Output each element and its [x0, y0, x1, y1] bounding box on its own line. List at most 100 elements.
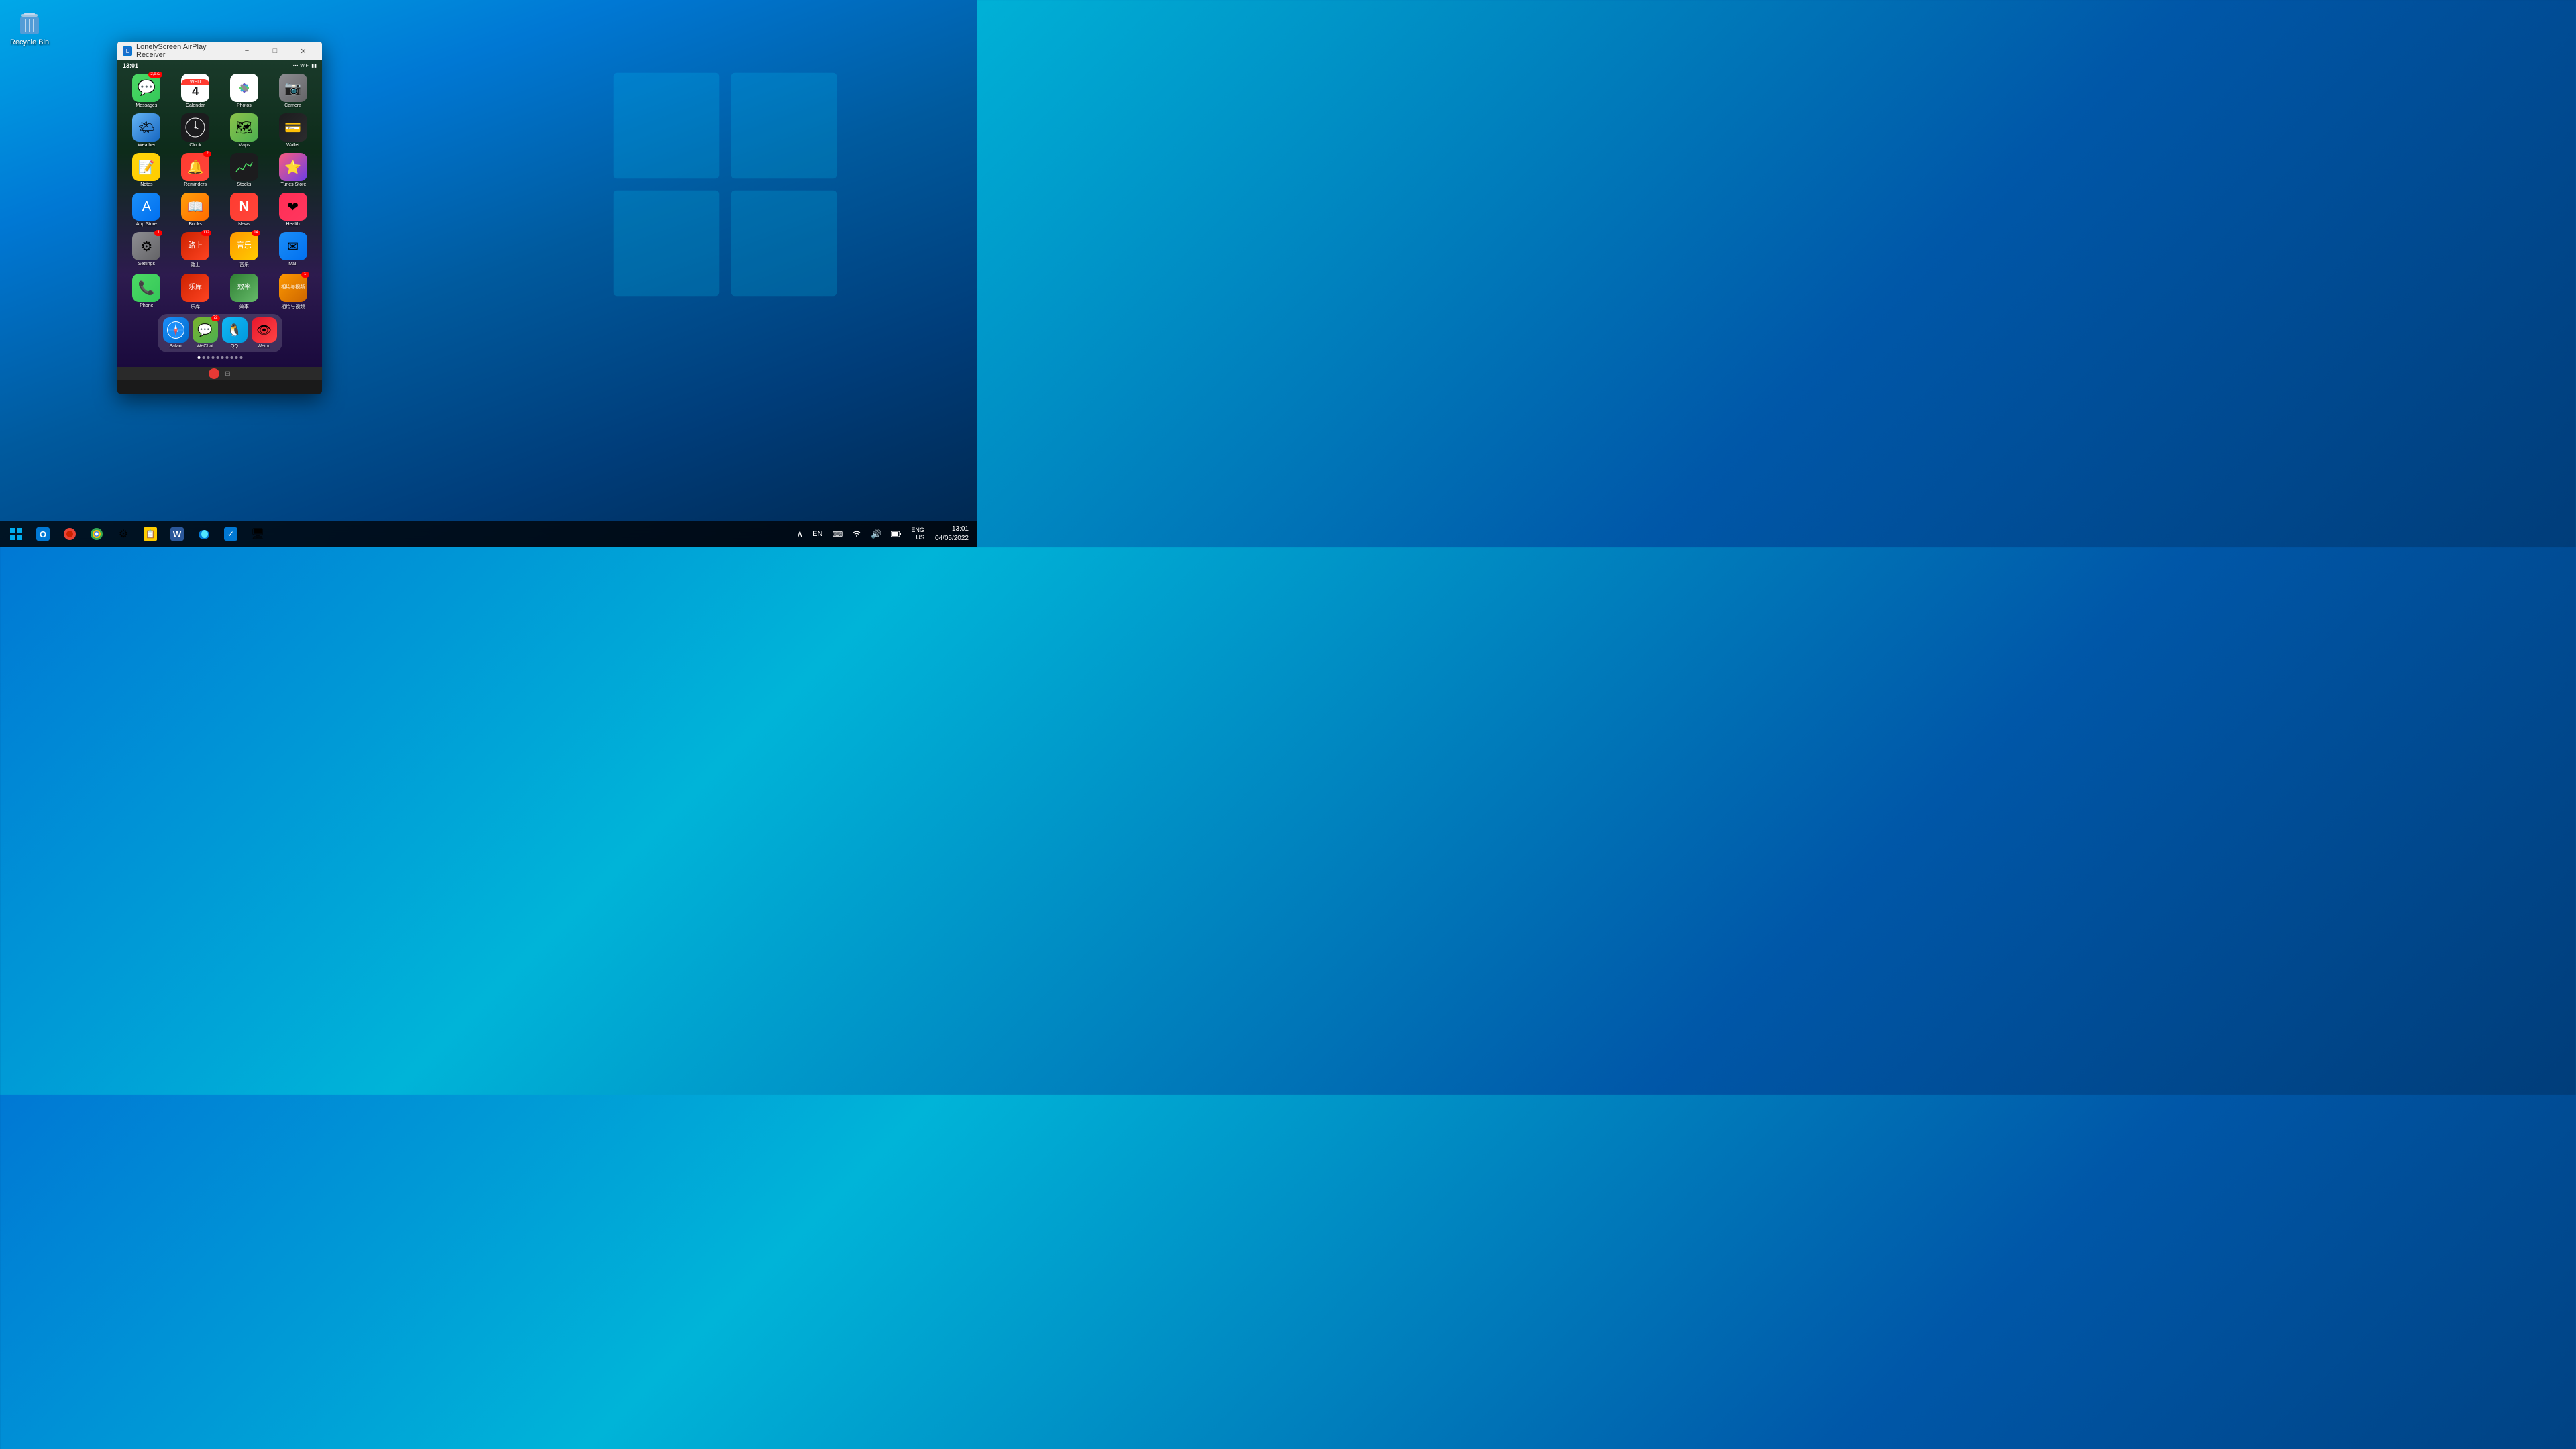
taskbar-remote-desktop[interactable]: 🖥 — [244, 521, 271, 547]
books-icon: 📖 — [181, 193, 209, 221]
app-maps[interactable]: 🗺 Maps — [222, 113, 267, 148]
safari-label: Safari — [169, 344, 181, 349]
dot-8 — [230, 356, 233, 359]
system-tray: ∧ EN ⌨ 🔊 — [793, 521, 974, 547]
app-mail[interactable]: ✉ Mail — [270, 232, 315, 268]
stocks-label: Stocks — [237, 182, 251, 187]
battery-tray[interactable] — [887, 521, 906, 547]
chinese1-badge: 112 — [201, 230, 212, 236]
app-chinese3[interactable]: 乐库 乐库 — [173, 274, 218, 310]
wifi-tray-icon — [852, 529, 861, 540]
health-icon: ❤ — [279, 193, 307, 221]
safari-icon — [163, 317, 189, 343]
app-icon: L — [123, 46, 132, 56]
app-chinese4[interactable]: 效率 效率 — [222, 274, 267, 310]
reminders-badge: 2 — [203, 151, 211, 157]
dock-weibo[interactable]: 👁 Weibo — [252, 317, 277, 349]
dock-safari[interactable]: Safari — [163, 317, 189, 349]
mail-label: Mail — [288, 262, 297, 266]
chevron-up-icon: ∧ — [797, 529, 804, 539]
minimize-button[interactable]: − — [233, 42, 260, 60]
app-grid-row2: 🌤 Weather — [117, 111, 322, 150]
window-title: LonelyScreen AirPlay Receiver — [136, 43, 233, 59]
recycle-bin[interactable]: Recycle Bin — [7, 7, 52, 50]
app-reminders[interactable]: 🔔 2 Reminders — [173, 153, 218, 187]
status-time: 13:01 — [123, 62, 138, 69]
close-button[interactable]: ✕ — [290, 42, 317, 60]
window-controls: − □ ✕ — [233, 42, 317, 60]
phone-label: Phone — [140, 303, 153, 308]
calendar-label: Calendar — [186, 103, 205, 108]
dock-qq[interactable]: 🐧 QQ — [222, 317, 248, 349]
app-phone[interactable]: 📞 Phone — [124, 274, 169, 310]
record-button[interactable] — [209, 368, 219, 379]
app-settings[interactable]: ⚙ 1 Settings — [124, 232, 169, 268]
app-clock[interactable]: Clock — [173, 113, 218, 148]
chinese3-icon: 乐库 — [181, 274, 209, 302]
taskbar-edge[interactable] — [191, 521, 217, 547]
recycle-bin-label: Recycle Bin — [10, 38, 49, 46]
app-appstore[interactable]: A App Store — [124, 193, 169, 227]
chinese1-label: 路上 — [191, 262, 200, 268]
wifi-tray[interactable] — [848, 521, 865, 547]
app-wallet[interactable]: 💳 Wallet — [270, 113, 315, 148]
weather-label: Weather — [138, 143, 155, 148]
app-notes[interactable]: 📝 Notes — [124, 153, 169, 187]
chinese1-icon: 路上 112 — [181, 232, 209, 260]
appstore-label: App Store — [136, 222, 157, 227]
app-weather[interactable]: 🌤 Weather — [124, 113, 169, 148]
wallet-label: Wallet — [286, 143, 299, 148]
taskbar-sticky-notes[interactable]: 📋 — [137, 521, 164, 547]
status-icons: ▪▪▪ WiFi ▮▮ — [293, 63, 317, 68]
windows-logo-watermark — [608, 67, 843, 302]
volume-tray[interactable]: 🔊 — [867, 521, 885, 547]
app-calendar[interactable]: WED 4 Calendar — [173, 74, 218, 108]
calendar-icon: WED 4 — [181, 74, 209, 102]
collapse-icon: ⊟ — [225, 370, 230, 378]
news-icon: N — [230, 193, 258, 221]
taskbar-todo[interactable]: ✓ — [217, 521, 244, 547]
chinese3-label: 乐库 — [191, 303, 200, 310]
news-label: News — [238, 222, 250, 227]
taskbar-settings[interactable]: ⚙ — [110, 521, 137, 547]
chinese-input-indicator[interactable]: ⌨ — [828, 521, 847, 547]
bottom-bar: ⊟ — [117, 367, 322, 380]
start-button[interactable] — [3, 521, 30, 547]
keyboard-icon: ⌨ — [832, 530, 843, 539]
books-label: Books — [189, 222, 201, 227]
photos-label: Photos — [237, 103, 252, 108]
dock-wechat[interactable]: 💬 72 WeChat — [193, 317, 218, 349]
taskbar-chrome[interactable] — [83, 521, 110, 547]
taskbar-chrome-app[interactable] — [56, 521, 83, 547]
app-messages[interactable]: 💬 2,972 Messages — [124, 74, 169, 108]
dot-5 — [216, 356, 219, 359]
app-photos[interactable]: Photos — [222, 74, 267, 108]
app-grid-row1: 💬 2,972 Messages WED 4 Calendar — [117, 71, 322, 111]
maximize-button[interactable]: □ — [262, 42, 288, 60]
mail-icon: ✉ — [279, 232, 307, 260]
language-display[interactable]: ENG US — [907, 521, 928, 547]
app-health[interactable]: ❤ Health — [270, 193, 315, 227]
photos-icon — [230, 74, 258, 102]
messages-icon: 💬 2,972 — [132, 74, 160, 102]
app-chinese2[interactable]: 音乐 14 音乐 — [222, 232, 267, 268]
app-camera[interactable]: 📷 Camera — [270, 74, 315, 108]
taskbar-clock[interactable]: 13:01 04/05/2022 — [930, 525, 974, 543]
app-chinese1[interactable]: 路上 112 路上 — [173, 232, 218, 268]
battery-tray-icon — [891, 529, 902, 539]
language-indicator[interactable]: EN — [808, 521, 826, 547]
desktop: Recycle Bin L LonelyScreen AirPlay Recei… — [0, 0, 977, 547]
camera-icon: 📷 — [279, 74, 307, 102]
app-chinese5[interactable]: 相片与视频 1 相片与视频 — [270, 274, 315, 310]
volume-icon: 🔊 — [871, 529, 881, 539]
app-books[interactable]: 📖 Books — [173, 193, 218, 227]
app-news[interactable]: N News — [222, 193, 267, 227]
show-hidden-icons[interactable]: ∧ — [793, 521, 808, 547]
app-itunes[interactable]: ⭐ iTunes Store — [270, 153, 315, 187]
maps-label: Maps — [238, 143, 250, 148]
taskbar-word[interactable]: W — [164, 521, 191, 547]
weibo-icon: 👁 — [252, 317, 277, 343]
taskbar-outlook[interactable]: O — [30, 521, 56, 547]
wallet-icon: 💳 — [279, 113, 307, 142]
app-stocks[interactable]: Stocks — [222, 153, 267, 187]
